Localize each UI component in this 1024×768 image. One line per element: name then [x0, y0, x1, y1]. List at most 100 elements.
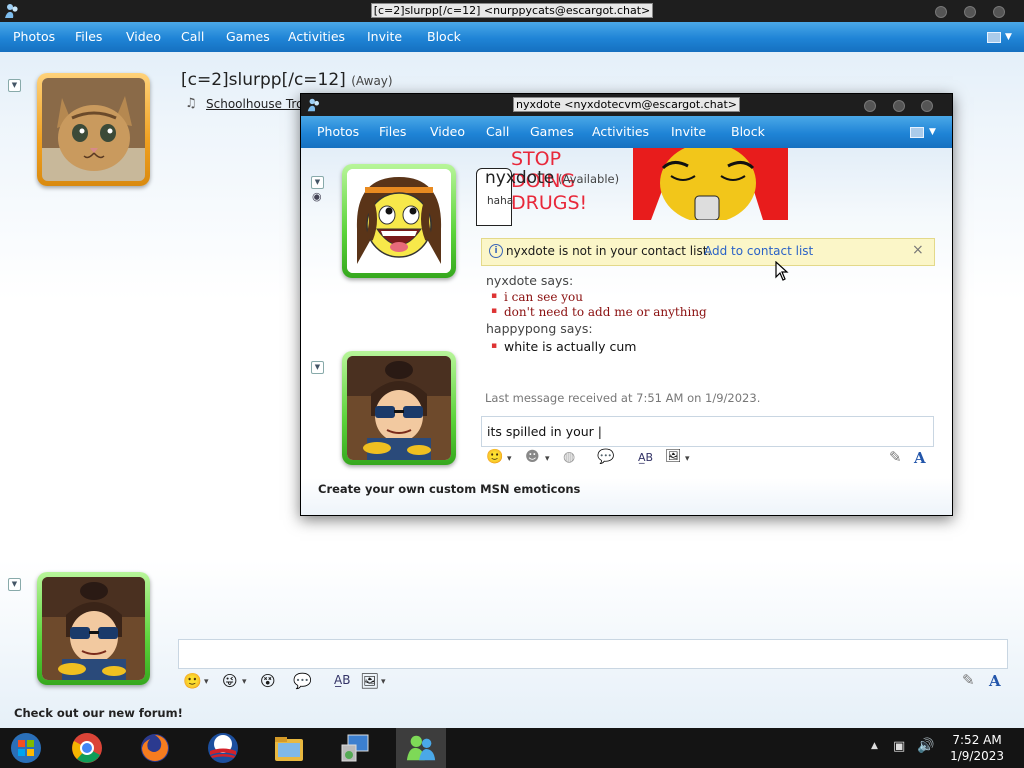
now-playing-link[interactable]: Schoolhouse Tro: [206, 97, 303, 111]
menu-files[interactable]: Files: [75, 22, 102, 52]
text-mode-icon[interactable]: A: [914, 449, 926, 467]
chrome-taskbar-button[interactable]: [70, 731, 104, 765]
music-note-icon: ♫: [185, 96, 197, 111]
webcam-icon[interactable]: ◉: [312, 190, 322, 203]
network-app-taskbar-button[interactable]: [338, 731, 372, 765]
menu-block[interactable]: Block: [427, 22, 461, 52]
chevron-down-icon[interactable]: ▾: [685, 454, 690, 464]
chevron-down-icon[interactable]: ▾: [381, 677, 386, 687]
handwriting-icon[interactable]: ✎: [962, 671, 975, 689]
menu-games[interactable]: Games: [530, 117, 574, 147]
file-explorer-taskbar-button[interactable]: [272, 731, 306, 765]
show-hidden-icons-icon[interactable]: ▲: [871, 741, 878, 751]
close-icon[interactable]: ×: [912, 242, 924, 258]
collapse-contact-toggle[interactable]: ▼: [311, 176, 324, 189]
chevron-down-icon[interactable]: ▾: [242, 677, 247, 687]
outer-window-title: [c=2]slurpp[/c=12] <nurppycats@escargot.…: [370, 3, 654, 18]
maximize-button[interactable]: [893, 100, 905, 112]
menu-video[interactable]: Video: [430, 117, 465, 147]
menu-activities[interactable]: Activities: [288, 22, 345, 52]
menu-games[interactable]: Games: [226, 22, 270, 52]
emoticon-icon[interactable]: 🙂: [486, 449, 503, 465]
volume-icon[interactable]: 🔊: [917, 738, 934, 754]
network-app-icon: [341, 734, 369, 762]
banner-line: DRUGS!: [511, 192, 588, 214]
emoticon-icon[interactable]: 🙂: [183, 672, 202, 690]
message-line: i can see you: [504, 290, 583, 304]
menu-call[interactable]: Call: [486, 117, 509, 147]
inner-window-title: nyxdote <nyxdotecvm@escargot.chat>: [513, 97, 740, 112]
personal-message: haha: [487, 195, 514, 207]
awesome-face-avatar: [347, 169, 451, 273]
nudge-icon[interactable]: 💬: [597, 449, 614, 465]
layout-options-icon[interactable]: [987, 32, 1001, 43]
menu-photos[interactable]: Photos: [317, 117, 359, 147]
menu-files[interactable]: Files: [379, 117, 406, 147]
wink-icon[interactable]: ☻: [525, 449, 540, 465]
menu-call[interactable]: Call: [181, 22, 204, 52]
font-icon[interactable]: A̲B: [638, 451, 653, 464]
handwriting-icon[interactable]: ✎: [889, 448, 902, 466]
bullet-icon: ▪: [491, 341, 498, 351]
windows-start-icon: [11, 733, 41, 763]
network-status-icon[interactable]: ▣: [893, 739, 905, 754]
bullet-icon: ▪: [491, 306, 498, 316]
collapse-contact-toggle[interactable]: ▼: [8, 79, 21, 92]
collapse-self-toggle[interactable]: ▼: [8, 578, 21, 591]
messenger-taskbar-button[interactable]: [396, 728, 446, 768]
menu-photos[interactable]: Photos: [13, 22, 55, 52]
minimize-button[interactable]: [935, 6, 947, 18]
close-button[interactable]: [921, 100, 933, 112]
start-button[interactable]: [9, 731, 43, 765]
file-explorer-icon: [275, 737, 303, 761]
chevron-down-icon[interactable]: ▾: [545, 454, 550, 464]
menu-video[interactable]: Video: [126, 22, 161, 52]
system-clock[interactable]: 7:52 AM 1/9/2023: [950, 732, 1004, 764]
add-to-contact-list-link[interactable]: Add to contact list: [704, 244, 813, 258]
firefox-taskbar-button[interactable]: [138, 731, 172, 765]
menu-activities[interactable]: Activities: [592, 117, 649, 147]
outer-title-bar: [c=2]slurpp[/c=12] <nurppycats@escargot.…: [0, 0, 1024, 22]
self-avatar[interactable]: [37, 572, 150, 685]
wink-icon[interactable]: 😜: [222, 672, 238, 690]
sender-label: happypong says:: [486, 321, 593, 336]
outer-message-input[interactable]: [178, 639, 1008, 669]
inner-menu-bar: Photos Files Video Call Games Activities…: [301, 116, 952, 148]
chevron-down-icon[interactable]: ▼: [1005, 32, 1012, 42]
background-icon[interactable]: 🖼: [665, 449, 682, 464]
chrome-icon: [72, 733, 102, 763]
self-avatar[interactable]: [342, 351, 456, 465]
font-icon[interactable]: A̲B: [334, 673, 350, 687]
message-input[interactable]: its spilled in your |: [481, 416, 934, 447]
menu-invite[interactable]: Invite: [367, 22, 402, 52]
menu-invite[interactable]: Invite: [671, 117, 706, 147]
banner-cartoon-face: [633, 148, 788, 220]
text-mode-icon[interactable]: A: [989, 672, 1001, 690]
chevron-down-icon[interactable]: ▾: [204, 677, 209, 687]
message-input-text: its spilled in your |: [487, 424, 602, 439]
close-button[interactable]: [993, 6, 1005, 18]
layout-options-icon[interactable]: [910, 127, 924, 138]
chevron-down-icon[interactable]: ▾: [507, 454, 512, 464]
contact-name: [c=2]slurpp[/c=12]: [181, 70, 346, 90]
minimize-button[interactable]: [864, 100, 876, 112]
nudge-icon[interactable]: 💬: [293, 672, 312, 690]
contact-status: (Available): [558, 172, 620, 186]
obama-logo-taskbar-button[interactable]: [206, 731, 240, 765]
custom-emoticons-link[interactable]: Create your own custom MSN emoticons: [318, 482, 580, 496]
menu-block[interactable]: Block: [731, 117, 765, 147]
maximize-button[interactable]: [964, 6, 976, 18]
forum-link[interactable]: Check out our new forum!: [14, 706, 183, 720]
collapse-self-toggle[interactable]: ▼: [311, 361, 324, 374]
contact-header: nyxdote (Available): [485, 168, 619, 188]
info-bar-text: nyxdote is not in your contact list.: [506, 244, 712, 258]
text-caret: |: [593, 424, 602, 439]
kitten-photo: [42, 78, 145, 181]
chevron-down-icon[interactable]: ▼: [929, 127, 936, 137]
inner-chat-body: ▼ ◉ STOP DOING DRUGS! nyxdote (Available…: [301, 148, 952, 515]
background-icon[interactable]: 🖼: [360, 672, 379, 690]
contact-avatar[interactable]: [37, 73, 150, 186]
voice-clip-icon[interactable]: ◍: [563, 449, 575, 465]
contact-avatar[interactable]: [342, 164, 456, 278]
voice-clip-icon[interactable]: 😵: [260, 672, 276, 690]
